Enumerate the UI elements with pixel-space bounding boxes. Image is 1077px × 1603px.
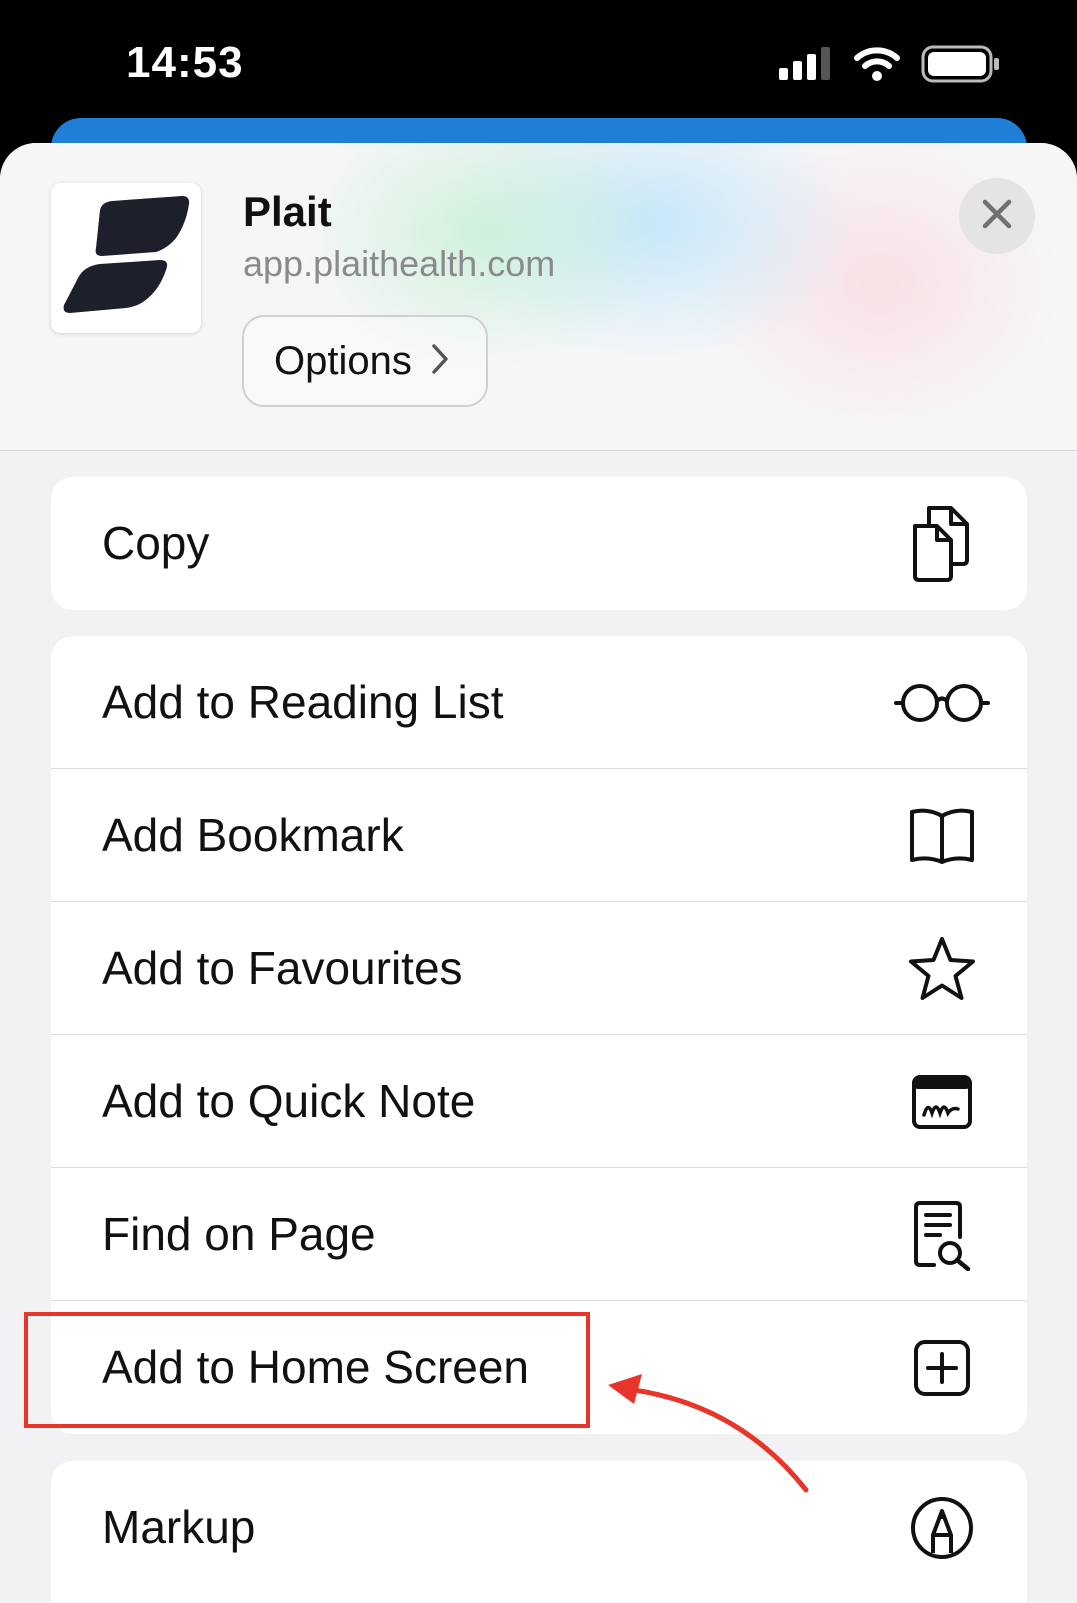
annotation-arrow-icon — [608, 1374, 809, 1493]
